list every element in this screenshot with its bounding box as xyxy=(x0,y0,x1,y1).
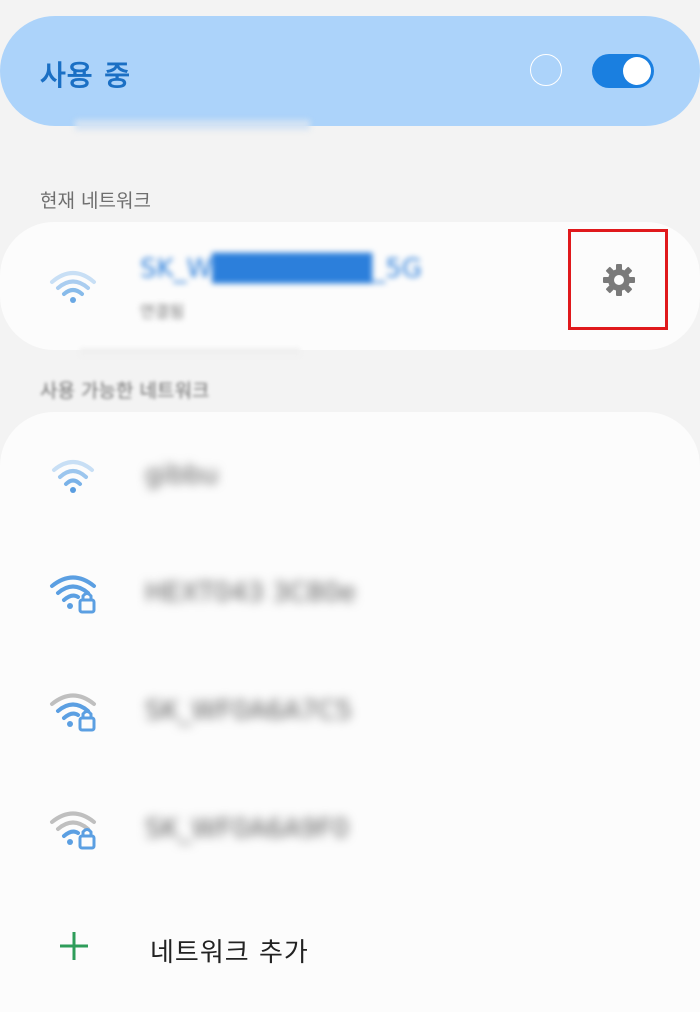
circle-indicator-icon xyxy=(530,54,562,86)
card-shadow xyxy=(75,120,310,130)
divider-fade xyxy=(80,348,300,356)
wifi-lock-icon xyxy=(48,690,98,734)
toggle-knob xyxy=(623,57,651,85)
wifi-master-card: 사용 중 xyxy=(0,16,700,126)
network-name[interactable]: HEXT043 3C80e xyxy=(145,578,356,608)
add-network-label: 네트워크 추가 xyxy=(150,938,309,968)
wifi-full-icon xyxy=(48,266,98,310)
add-network-button[interactable]: 네트워크 추가 xyxy=(0,910,700,990)
wifi-open-icon xyxy=(48,456,98,500)
network-name[interactable]: SK_WF0A6A9F0 xyxy=(145,814,349,844)
network-name[interactable]: gibbu xyxy=(145,460,218,490)
wifi-lock-icon xyxy=(48,808,98,852)
plus-icon xyxy=(58,930,90,962)
wifi-lock-icon xyxy=(48,572,98,616)
available-label-text: 사용 가능한 네트워크 xyxy=(40,380,210,402)
settings-highlight-box xyxy=(568,229,668,330)
gear-icon[interactable] xyxy=(601,262,637,298)
current-network-status: 연결됨 xyxy=(140,302,185,321)
wifi-toggle[interactable] xyxy=(592,54,654,88)
network-name[interactable]: SK_WF0A6A7C5 xyxy=(145,696,352,726)
current-network-label: 현재 네트워크 xyxy=(40,190,151,212)
current-network-name: SK_W████████_5G xyxy=(140,254,422,284)
wifi-master-title: 사용 중 xyxy=(40,59,132,92)
available-networks-label: 사용 가능한 네트워크 xyxy=(40,376,209,403)
